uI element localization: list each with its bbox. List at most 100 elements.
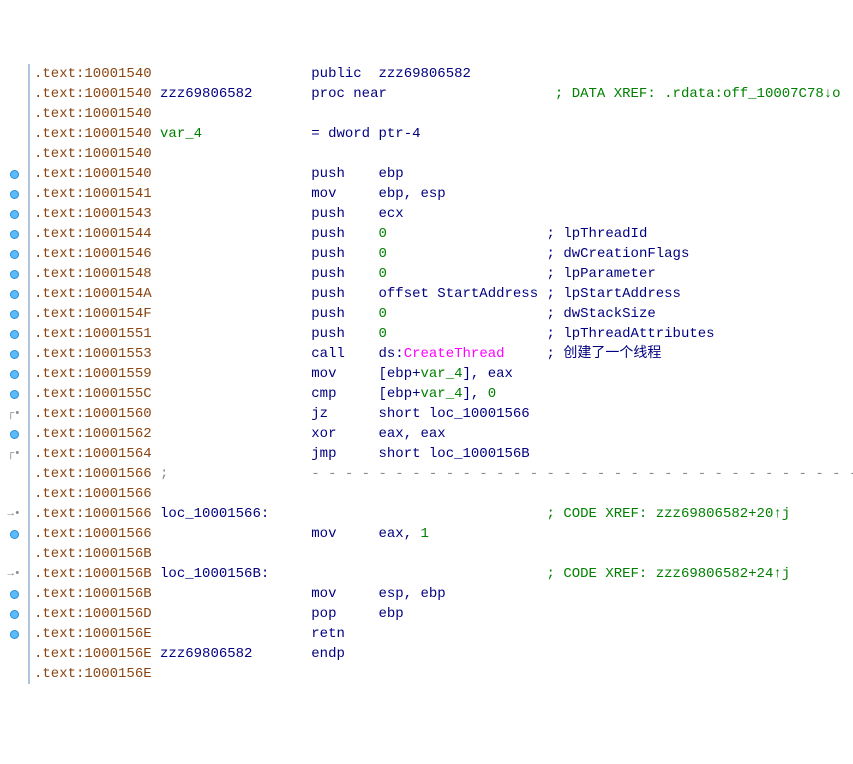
operand[interactable]: 0 bbox=[378, 306, 546, 322]
breakpoint-dot-icon[interactable] bbox=[10, 610, 19, 619]
mnemonic[interactable]: endp bbox=[311, 646, 378, 662]
breakpoint-dot-icon[interactable] bbox=[10, 630, 19, 639]
asm-line[interactable]: →•.text:1000156B loc_1000156B: ; CODE XR… bbox=[0, 564, 853, 584]
mnemonic[interactable]: jz bbox=[311, 406, 378, 422]
operand[interactable]: eax, eax bbox=[378, 426, 546, 442]
label[interactable] bbox=[160, 426, 311, 442]
address[interactable]: .text:1000156E bbox=[34, 666, 160, 682]
xref[interactable]: ; DATA XREF: .rdata:off_10007C78↓o bbox=[555, 86, 841, 102]
address[interactable]: .text:1000156B bbox=[34, 546, 160, 562]
label[interactable] bbox=[160, 106, 311, 122]
asm-line[interactable]: .text:10001540 bbox=[0, 104, 853, 124]
address[interactable]: .text:10001551 bbox=[34, 326, 160, 342]
label[interactable] bbox=[160, 186, 311, 202]
address[interactable]: .text:10001540 bbox=[34, 86, 160, 102]
operand[interactable]: [ebp+var_4], 0 bbox=[378, 386, 546, 402]
asm-line[interactable]: .text:1000156B bbox=[0, 544, 853, 564]
disassembly-listing[interactable]: .text:10001540 public zzz69806582 .text:… bbox=[0, 64, 853, 684]
operand[interactable]: ebp, esp bbox=[378, 186, 546, 202]
breakpoint-dot-icon[interactable] bbox=[10, 350, 19, 359]
label[interactable] bbox=[160, 606, 311, 622]
address[interactable]: .text:10001540 bbox=[34, 126, 160, 142]
asm-content[interactable]: .text:10001566 loc_10001566: ; CODE XREF… bbox=[30, 504, 790, 524]
asm-line[interactable]: .text:10001540 zzz69806582 proc near ; D… bbox=[0, 84, 853, 104]
breakpoint-dot-icon[interactable] bbox=[10, 590, 19, 599]
label[interactable] bbox=[160, 666, 311, 682]
label[interactable] bbox=[160, 246, 311, 262]
breakpoint-dot-icon[interactable] bbox=[10, 390, 19, 399]
asm-line[interactable]: .text:10001559 mov [ebp+var_4], eax bbox=[0, 364, 853, 384]
asm-line[interactable]: .text:10001566 ; - - - - - - - - - - - -… bbox=[0, 464, 853, 484]
operand[interactable]: 0 bbox=[378, 226, 546, 242]
mnemonic[interactable]: mov bbox=[311, 366, 378, 382]
breakpoint-dot-icon[interactable] bbox=[10, 370, 19, 379]
asm-content[interactable]: .text:10001544 push 0 ; lpThreadId bbox=[30, 224, 647, 244]
asm-line[interactable]: .text:1000155C cmp [ebp+var_4], 0 bbox=[0, 384, 853, 404]
mnemonic[interactable]: jmp bbox=[311, 446, 378, 462]
address[interactable]: .text:10001566 bbox=[34, 526, 160, 542]
asm-line[interactable]: .text:10001548 push 0 ; lpParameter bbox=[0, 264, 853, 284]
mnemonic[interactable]: push bbox=[311, 166, 378, 182]
asm-line[interactable]: ┌•.text:10001560 jz short loc_10001566 bbox=[0, 404, 853, 424]
asm-content[interactable]: .text:10001560 jz short loc_10001566 bbox=[30, 404, 547, 424]
mnemonic[interactable] bbox=[311, 666, 378, 682]
operand[interactable]: offset StartAddress bbox=[378, 286, 546, 302]
asm-content[interactable]: .text:10001540 bbox=[30, 104, 547, 124]
mnemonic[interactable]: proc near bbox=[311, 86, 387, 102]
label[interactable]: loc_10001566: bbox=[160, 506, 311, 522]
asm-line[interactable]: .text:1000156B mov esp, ebp bbox=[0, 584, 853, 604]
asm-content[interactable]: .text:10001540 var_4 = dword ptr-4 bbox=[30, 124, 572, 144]
asm-line[interactable]: .text:10001546 push 0 ; dwCreationFlags bbox=[0, 244, 853, 264]
label[interactable] bbox=[160, 586, 311, 602]
address[interactable]: .text:10001540 bbox=[34, 106, 160, 122]
asm-line[interactable]: ┌•.text:10001564 jmp short loc_1000156B bbox=[0, 444, 853, 464]
address[interactable]: .text:1000155C bbox=[34, 386, 160, 402]
operand[interactable] bbox=[378, 626, 546, 642]
asm-content[interactable]: .text:10001551 push 0 ; lpThreadAttribut… bbox=[30, 324, 715, 344]
label[interactable] bbox=[160, 166, 311, 182]
asm-line[interactable]: .text:10001543 push ecx bbox=[0, 204, 853, 224]
asm-line[interactable]: .text:10001562 xor eax, eax bbox=[0, 424, 853, 444]
operand[interactable]: ebp bbox=[378, 166, 546, 182]
asm-line[interactable]: .text:10001540 push ebp bbox=[0, 164, 853, 184]
label[interactable]: ; bbox=[160, 466, 311, 482]
address[interactable]: .text:10001562 bbox=[34, 426, 160, 442]
operand[interactable]: short loc_10001566 bbox=[378, 406, 546, 422]
mnemonic[interactable]: push bbox=[311, 266, 378, 282]
label[interactable] bbox=[160, 386, 311, 402]
mnemonic[interactable] bbox=[311, 146, 378, 162]
mnemonic[interactable]: mov bbox=[311, 586, 378, 602]
operand[interactable] bbox=[378, 566, 546, 582]
asm-line[interactable]: .text:1000156D pop ebp bbox=[0, 604, 853, 624]
operand[interactable] bbox=[378, 146, 546, 162]
label[interactable] bbox=[160, 486, 311, 502]
address[interactable]: .text:1000156E bbox=[34, 646, 160, 662]
address[interactable]: .text:1000156B bbox=[34, 586, 160, 602]
asm-content[interactable]: .text:1000156B mov esp, ebp bbox=[30, 584, 547, 604]
mnemonic[interactable] bbox=[311, 566, 378, 582]
label[interactable] bbox=[160, 226, 311, 242]
address[interactable]: .text:10001540 bbox=[34, 166, 160, 182]
breakpoint-dot-icon[interactable] bbox=[10, 230, 19, 239]
asm-content[interactable]: .text:10001566 mov eax, 1 bbox=[30, 524, 547, 544]
address[interactable]: .text:10001544 bbox=[34, 226, 160, 242]
asm-line[interactable]: .text:10001540 var_4 = dword ptr-4 bbox=[0, 124, 853, 144]
address[interactable]: .text:10001546 bbox=[34, 246, 160, 262]
asm-content[interactable]: .text:10001553 call ds:CreateThread ; 创建… bbox=[30, 344, 661, 364]
asm-line[interactable]: .text:10001541 mov ebp, esp bbox=[0, 184, 853, 204]
operand[interactable]: ecx bbox=[378, 206, 546, 222]
label[interactable]: zzz69806582 bbox=[160, 646, 311, 662]
operand[interactable] bbox=[378, 106, 546, 122]
mnemonic[interactable]: call bbox=[311, 346, 378, 362]
mnemonic[interactable]: public bbox=[311, 66, 378, 82]
asm-content[interactable]: .text:10001546 push 0 ; dwCreationFlags bbox=[30, 244, 689, 264]
asm-content[interactable]: .text:10001548 push 0 ; lpParameter bbox=[30, 264, 656, 284]
operand[interactable] bbox=[378, 666, 546, 682]
asm-line[interactable]: .text:1000154F push 0 ; dwStackSize bbox=[0, 304, 853, 324]
asm-content[interactable]: .text:10001540 public zzz69806582 bbox=[30, 64, 547, 84]
mnemonic[interactable]: push bbox=[311, 306, 378, 322]
asm-line[interactable]: →•.text:10001566 loc_10001566: ; CODE XR… bbox=[0, 504, 853, 524]
mnemonic[interactable]: mov bbox=[311, 186, 378, 202]
mnemonic[interactable] bbox=[311, 506, 378, 522]
breakpoint-dot-icon[interactable] bbox=[10, 270, 19, 279]
